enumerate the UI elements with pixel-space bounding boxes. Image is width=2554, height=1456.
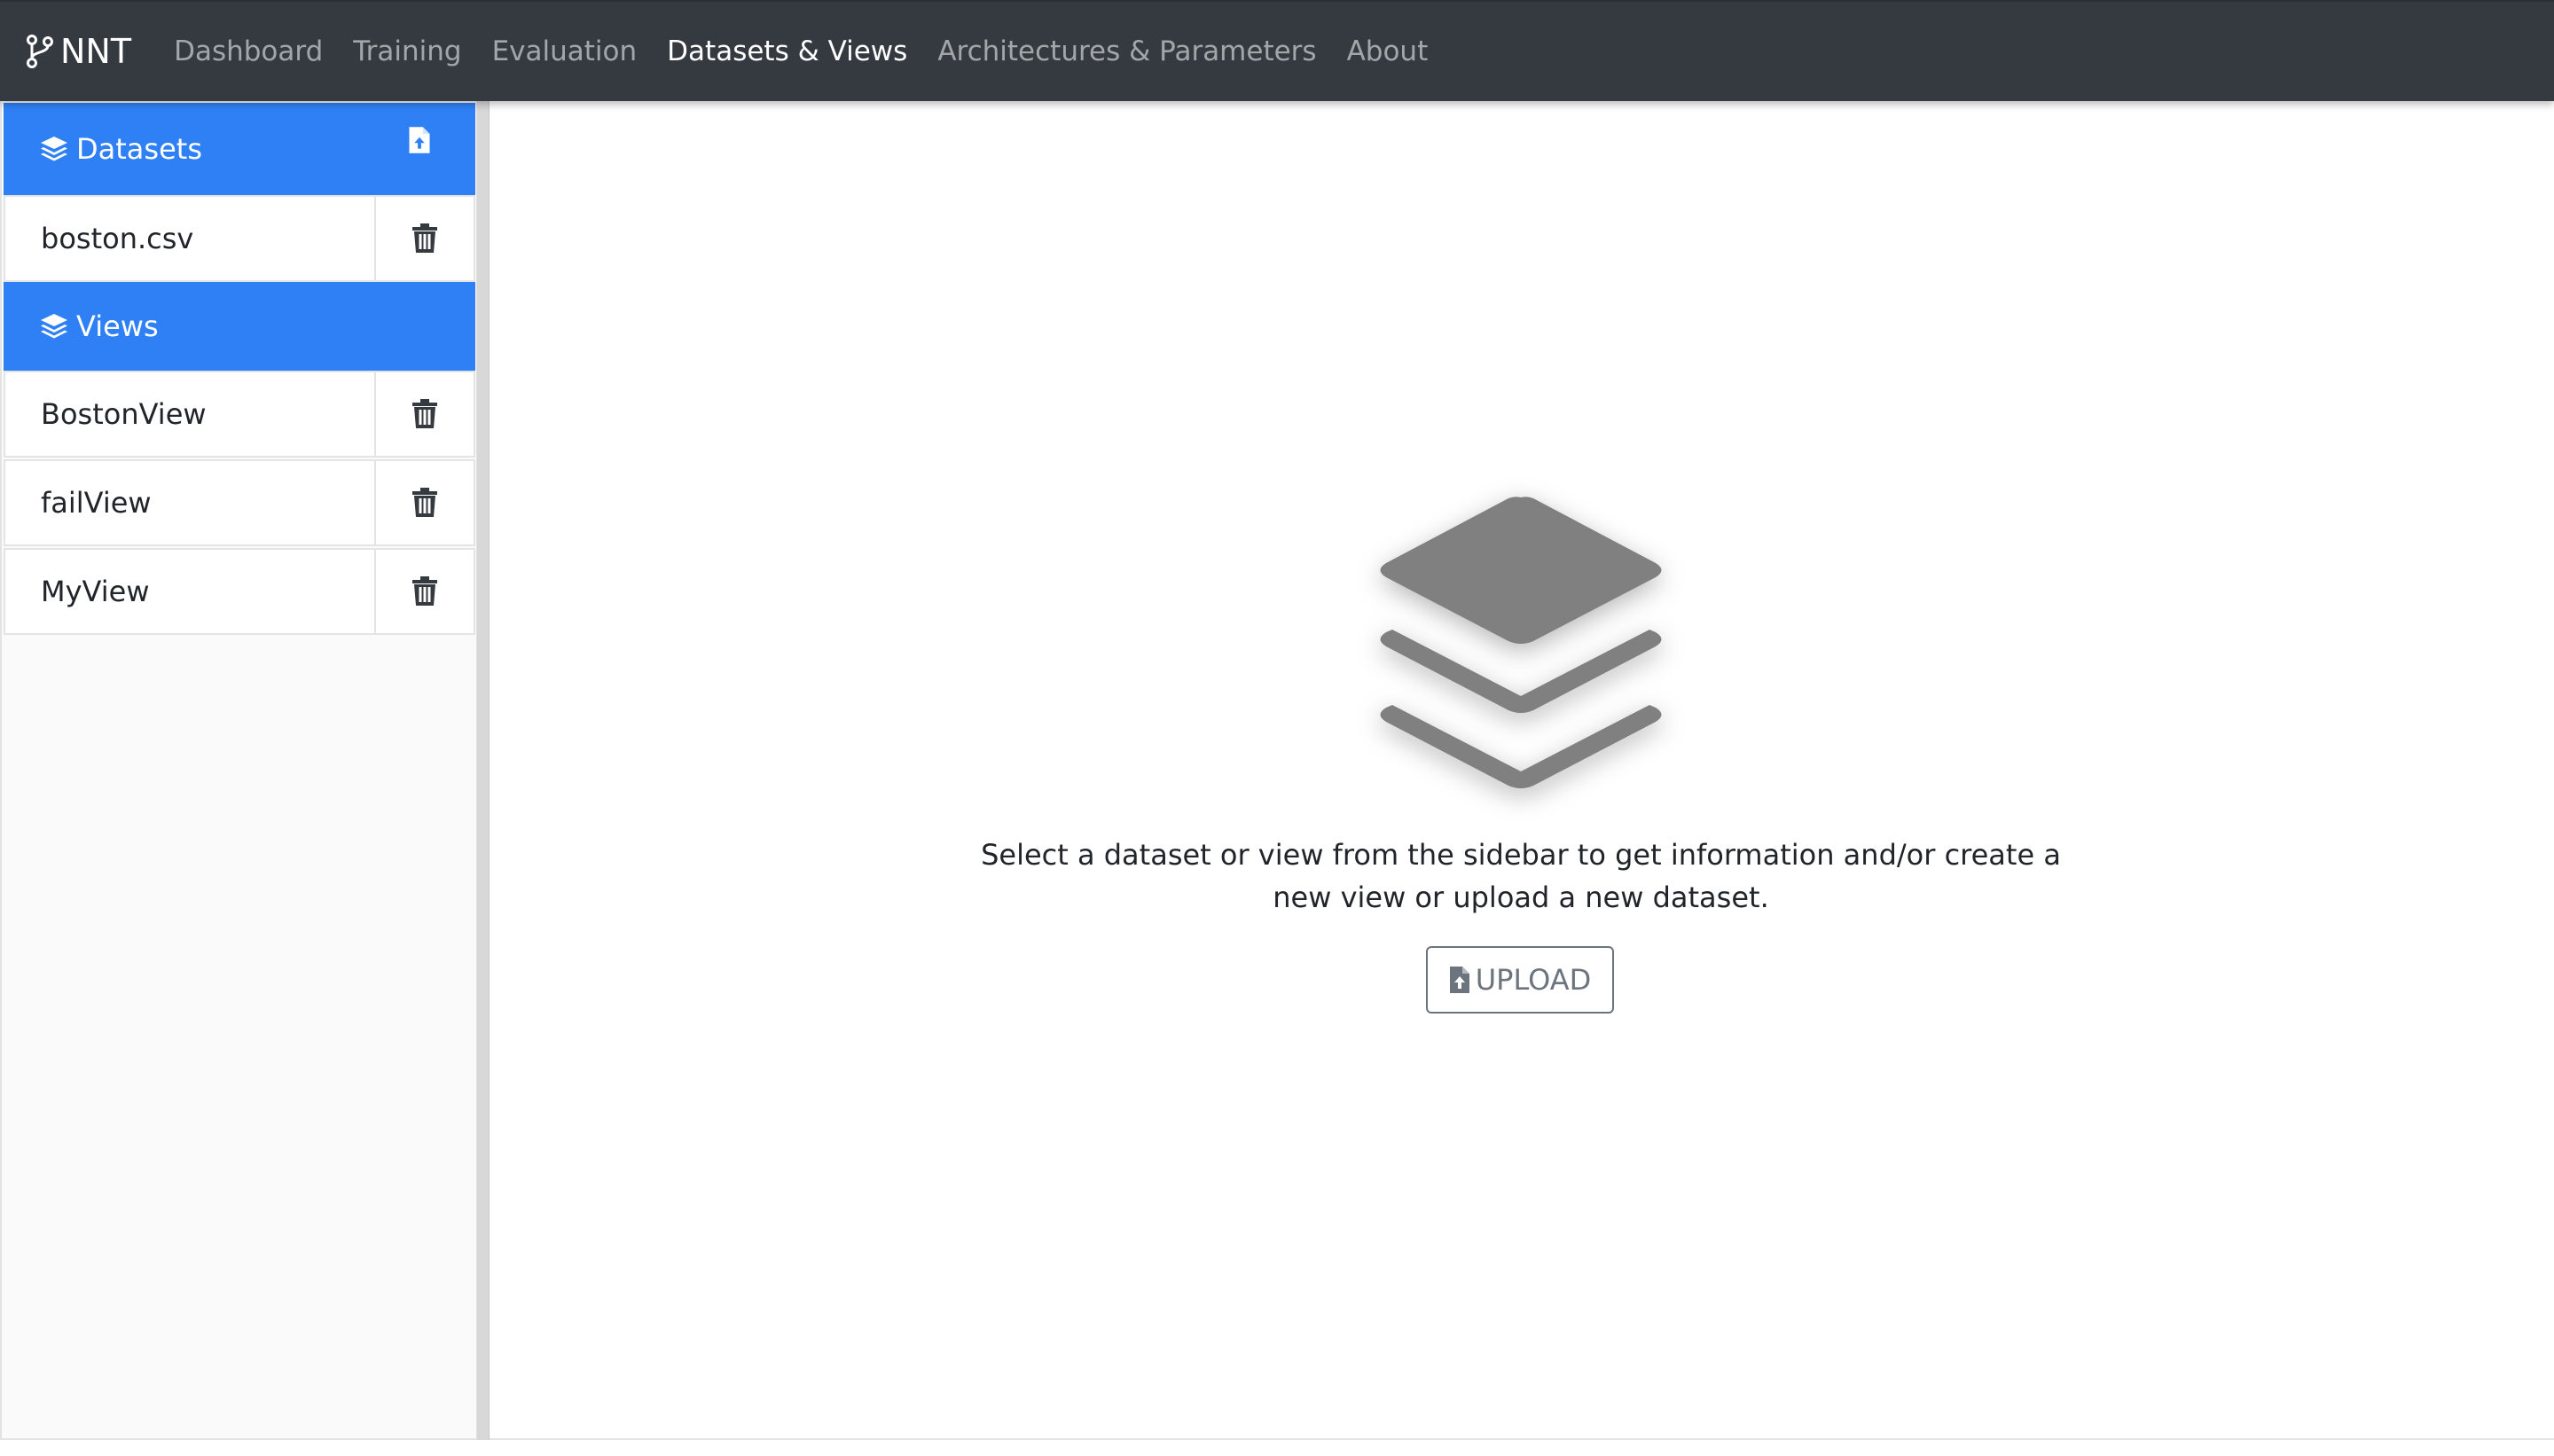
dataset-item-label[interactable]: boston.csv bbox=[4, 195, 376, 282]
file-upload-icon bbox=[1449, 967, 1469, 993]
brand-label: NNT bbox=[60, 32, 132, 71]
upload-button-label: UPLOAD bbox=[1475, 963, 1592, 997]
view-row: BostonView bbox=[4, 371, 475, 458]
delete-view-button[interactable] bbox=[376, 371, 475, 458]
brand[interactable]: NNT bbox=[25, 32, 131, 71]
dataset-row: boston.csv bbox=[4, 195, 475, 282]
sidebar: Datasets boston.csv Views BostonView fai… bbox=[0, 101, 477, 1440]
view-item-label[interactable]: failView bbox=[4, 459, 376, 546]
delete-view-button[interactable] bbox=[376, 459, 475, 546]
trash-icon bbox=[412, 488, 437, 517]
view-row: MyView bbox=[4, 548, 475, 635]
nav-datasets-views[interactable]: Datasets & Views bbox=[667, 35, 907, 67]
datasets-header-label: Datasets bbox=[76, 132, 202, 166]
layers-icon bbox=[41, 314, 67, 339]
trash-icon bbox=[412, 399, 437, 428]
nav-dashboard[interactable]: Dashboard bbox=[174, 35, 323, 67]
layers-icon bbox=[41, 137, 67, 161]
delete-view-button[interactable] bbox=[376, 548, 475, 635]
top-navbar: NNT Dashboard Training Evaluation Datase… bbox=[0, 0, 2554, 101]
file-upload-icon[interactable] bbox=[404, 126, 435, 154]
upload-button[interactable]: UPLOAD bbox=[1426, 946, 1614, 1014]
trash-icon bbox=[412, 223, 437, 253]
view-row: failView bbox=[4, 459, 475, 546]
sidebar-resize-handle[interactable] bbox=[477, 101, 490, 1440]
layers-icon bbox=[1380, 497, 1662, 788]
nav-training[interactable]: Training bbox=[353, 35, 461, 67]
views-header-label: Views bbox=[76, 309, 159, 343]
nav-architectures-parameters[interactable]: Architectures & Parameters bbox=[937, 35, 1316, 67]
view-item-label[interactable]: BostonView bbox=[4, 371, 376, 458]
datasets-header: Datasets bbox=[4, 103, 475, 195]
nav-evaluation[interactable]: Evaluation bbox=[492, 35, 638, 67]
delete-dataset-button[interactable] bbox=[376, 195, 475, 282]
empty-state-message: Select a dataset or view from the sideba… bbox=[981, 838, 2061, 914]
nav-about[interactable]: About bbox=[1347, 35, 1429, 67]
trash-icon bbox=[412, 576, 437, 606]
code-branch-icon bbox=[27, 35, 53, 68]
view-item-label[interactable]: MyView bbox=[4, 548, 376, 635]
views-header: Views bbox=[4, 282, 475, 371]
